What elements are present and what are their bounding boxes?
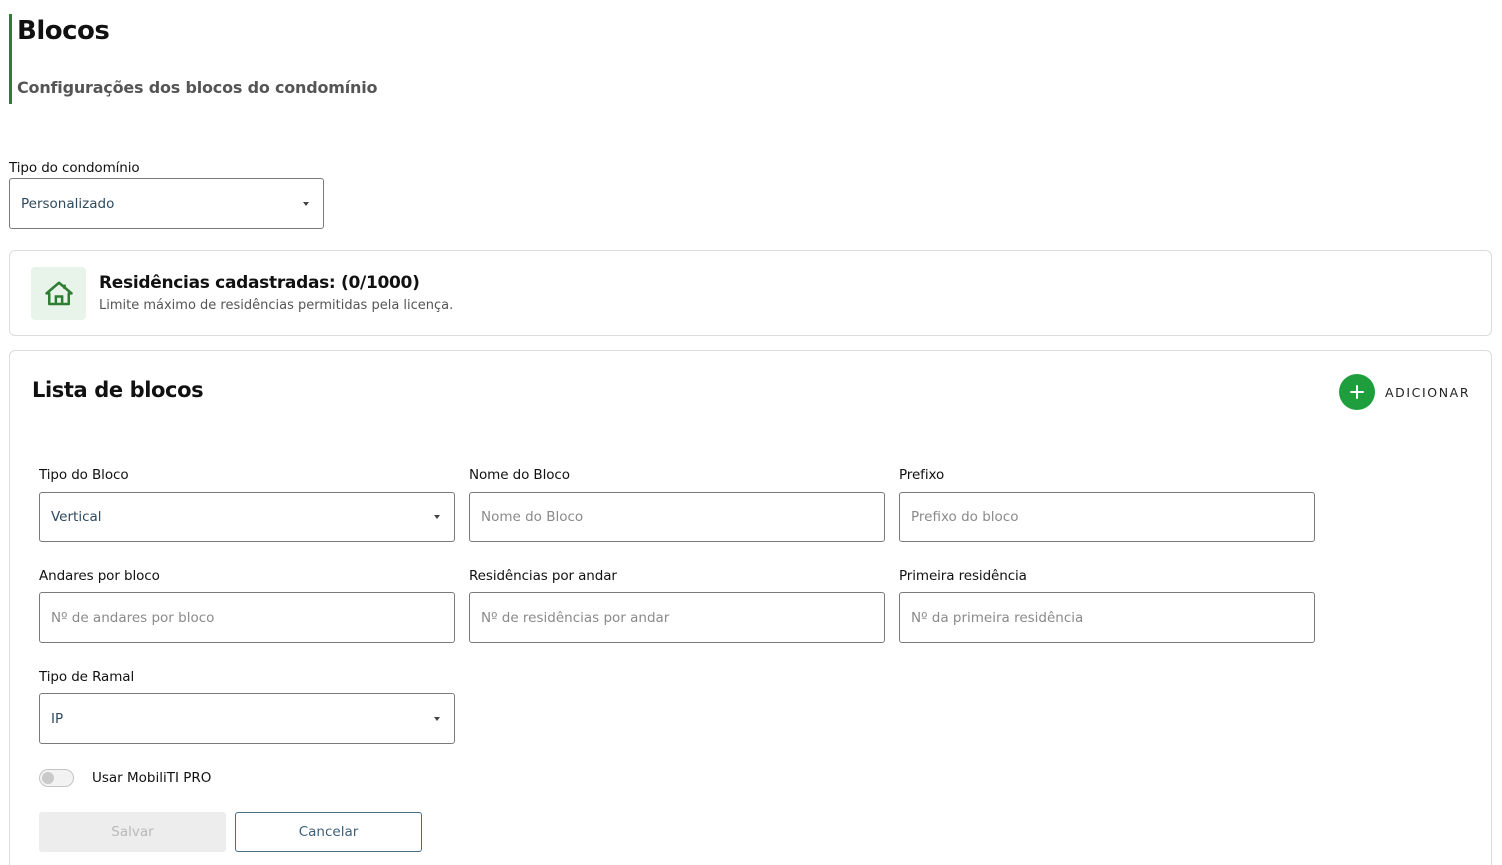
extension-type-value: IP bbox=[51, 710, 64, 727]
floors-input[interactable] bbox=[39, 592, 455, 643]
residences-icon-box bbox=[31, 267, 86, 320]
block-type-value: Vertical bbox=[51, 509, 102, 525]
mobiliti-pro-toggle[interactable] bbox=[39, 769, 74, 787]
condo-type-select[interactable]: Personalizado bbox=[9, 178, 324, 229]
extension-type-select[interactable]: IP bbox=[39, 693, 455, 744]
residences-card: Residências cadastradas: (0/1000) Limite… bbox=[9, 250, 1492, 336]
first-residence-label: Primeira residência bbox=[899, 568, 1027, 584]
extension-type-label: Tipo de Ramal bbox=[39, 669, 135, 685]
condo-type-label: Tipo do condomínio bbox=[9, 160, 140, 176]
prefix-label: Prefixo bbox=[899, 467, 945, 483]
first-residence-input[interactable] bbox=[899, 592, 1315, 643]
block-name-input[interactable] bbox=[469, 492, 885, 542]
prefix-input[interactable] bbox=[899, 492, 1315, 542]
residences-per-floor-label: Residências por andar bbox=[469, 568, 617, 584]
residences-count: Residências cadastradas: (0/1000) bbox=[99, 273, 420, 293]
page-title: Blocos bbox=[17, 16, 110, 46]
block-list-title: Lista de blocos bbox=[32, 378, 204, 402]
house-icon bbox=[44, 281, 73, 305]
block-type-select[interactable]: Vertical bbox=[39, 492, 455, 542]
residences-limit-note: Limite máximo de residências permitidas … bbox=[99, 298, 454, 313]
save-button[interactable]: Salvar bbox=[39, 812, 226, 852]
residences-per-floor-input[interactable] bbox=[469, 592, 885, 643]
mobiliti-pro-label: Usar MobiliTI PRO bbox=[92, 770, 212, 786]
chevron-down-icon bbox=[434, 716, 440, 721]
add-block-button[interactable]: ADICIONAR bbox=[1339, 374, 1470, 410]
block-type-label: Tipo do Bloco bbox=[39, 467, 129, 483]
plus-icon bbox=[1339, 374, 1375, 410]
page-subtitle: Configurações dos blocos do condomínio bbox=[17, 78, 378, 97]
add-block-label: ADICIONAR bbox=[1385, 384, 1471, 400]
floors-label: Andares por bloco bbox=[39, 568, 160, 584]
cancel-button[interactable]: Cancelar bbox=[235, 812, 422, 852]
chevron-down-icon bbox=[303, 201, 309, 206]
block-name-label: Nome do Bloco bbox=[469, 467, 570, 483]
condo-type-value: Personalizado bbox=[21, 195, 115, 212]
page-header: Blocos Configurações dos blocos do condo… bbox=[9, 14, 509, 104]
toggle-knob bbox=[42, 772, 54, 784]
chevron-down-icon bbox=[434, 515, 440, 519]
